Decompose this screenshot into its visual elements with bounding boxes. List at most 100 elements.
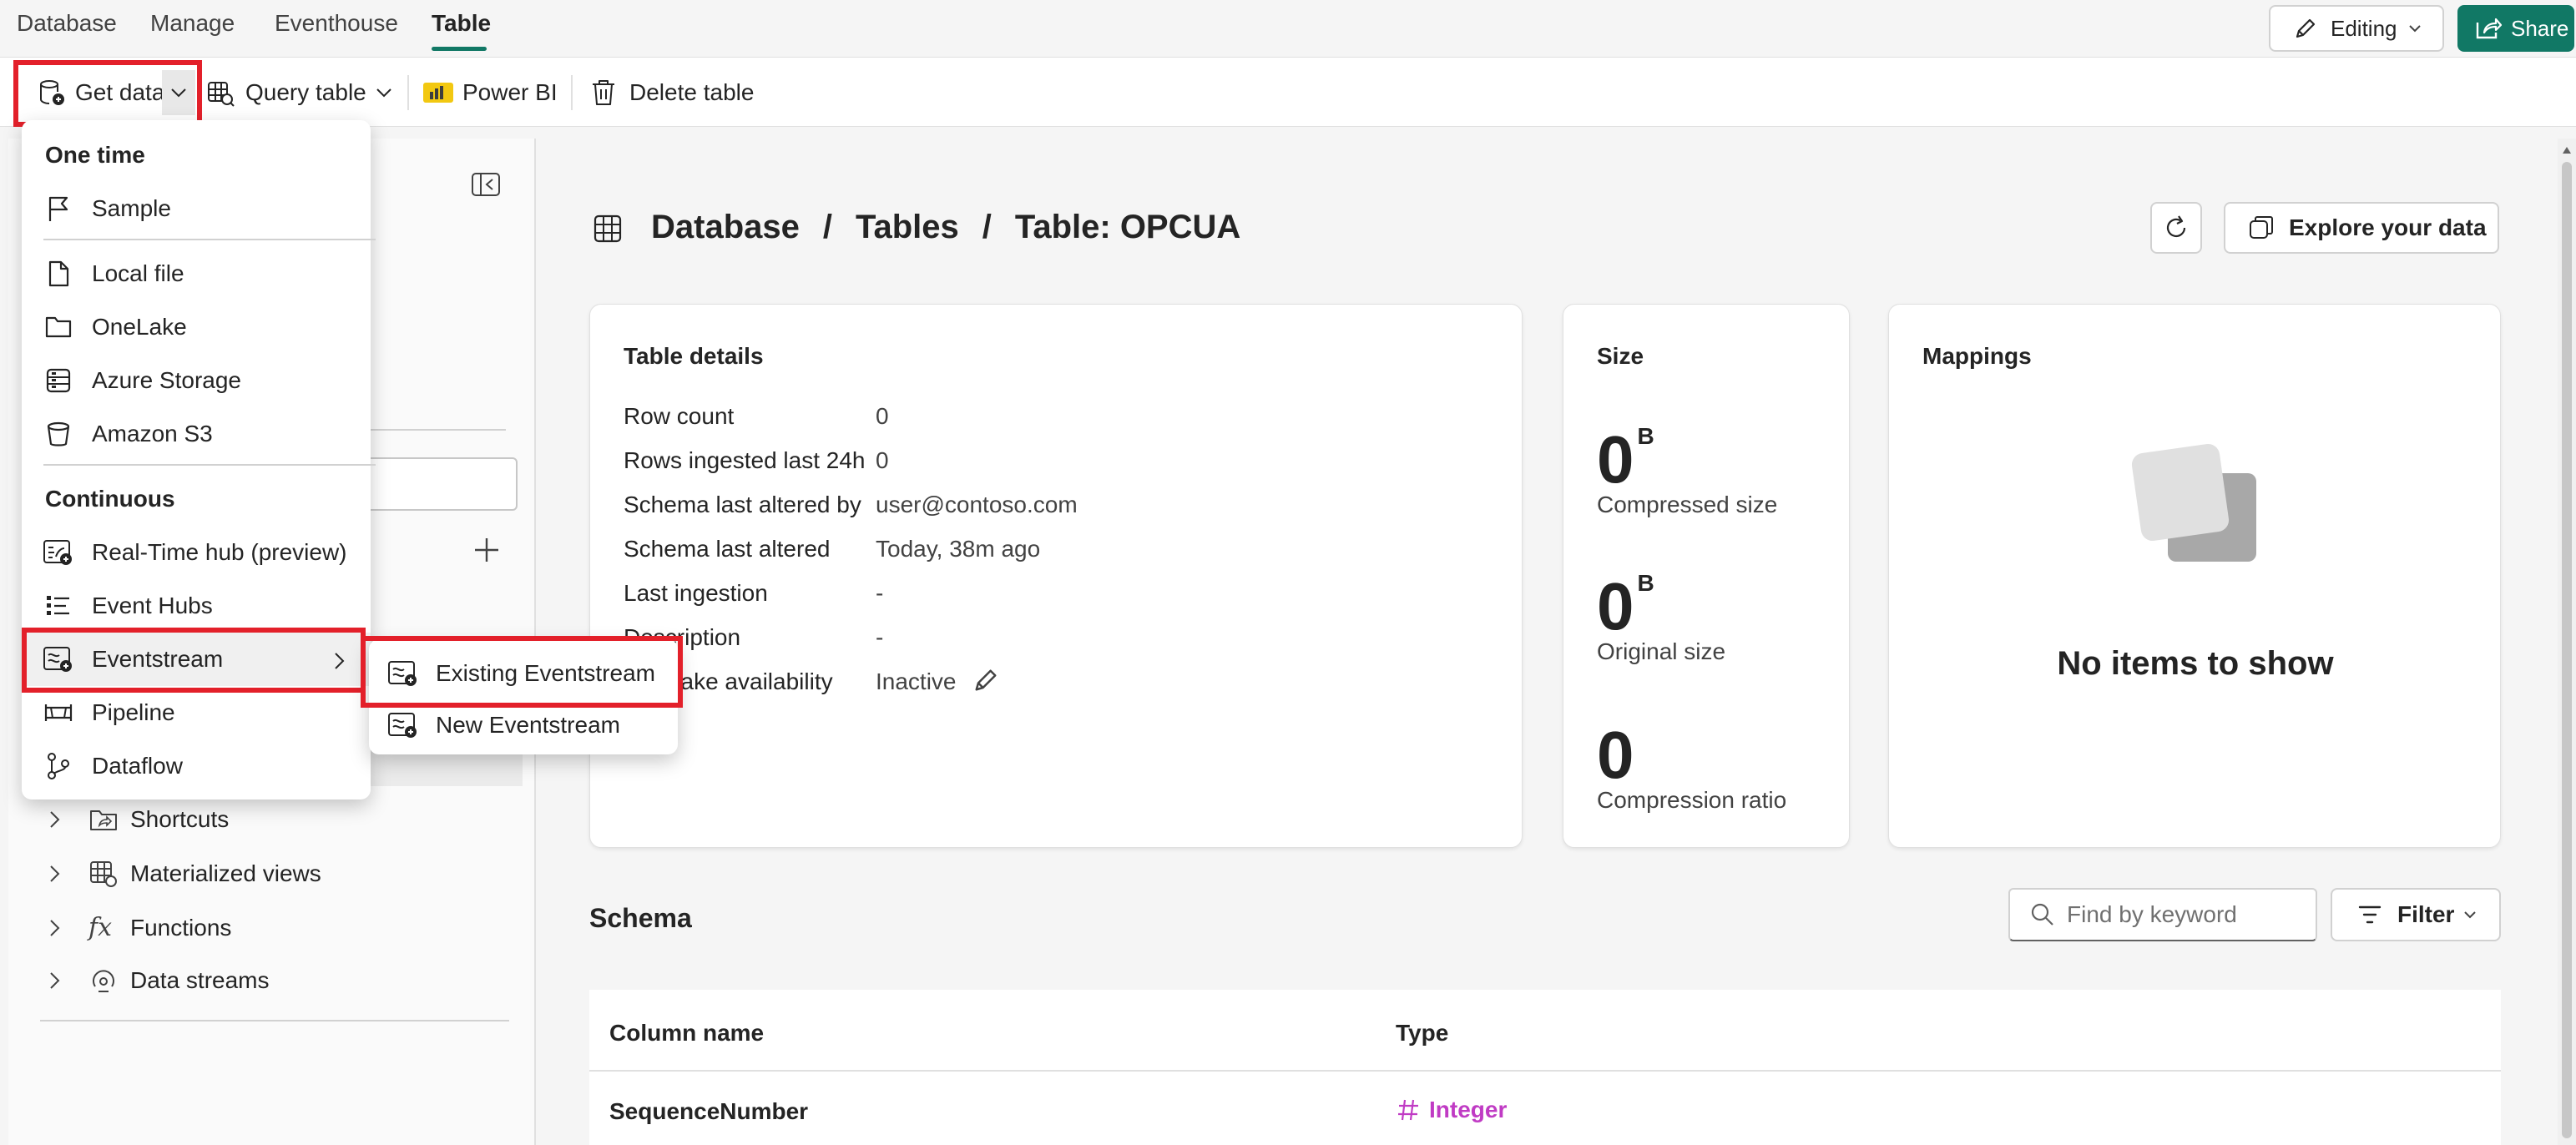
table-row[interactable]: SequenceNumber Integer bbox=[589, 1072, 2501, 1145]
detail-label: Row count bbox=[624, 403, 735, 429]
realtime-hub-icon bbox=[42, 536, 75, 569]
column-header-name[interactable]: Column name bbox=[609, 1020, 764, 1047]
editing-button[interactable]: Editing bbox=[2269, 5, 2444, 52]
menu-item-azure-storage[interactable]: Azure Storage bbox=[22, 354, 371, 407]
bucket-icon bbox=[42, 417, 75, 451]
breadcrumb-separator: / bbox=[822, 209, 832, 245]
menu-section-one-time: One time bbox=[45, 142, 145, 168]
scroll-thumb[interactable] bbox=[2562, 162, 2572, 1138]
menu-divider bbox=[43, 464, 376, 466]
menu-item-label: Sample bbox=[92, 195, 171, 221]
table-grid-icon bbox=[593, 214, 623, 244]
delete-table-button[interactable]: Delete table bbox=[589, 73, 754, 112]
power-bi-label: Power BI bbox=[462, 79, 558, 105]
metric-label: Compressed size bbox=[1597, 492, 1778, 517]
tab-eventhouse[interactable]: Eventhouse bbox=[275, 10, 398, 37]
explore-data-button[interactable]: Explore your data bbox=[2224, 202, 2499, 254]
tree-item-label: Materialized views bbox=[130, 860, 321, 886]
detail-value: 0 bbox=[876, 447, 889, 473]
filter-button[interactable]: Filter bbox=[2331, 888, 2501, 941]
breadcrumb: Database / Tables / Table: OPCUA bbox=[651, 209, 1240, 246]
filter-icon bbox=[2357, 904, 2382, 926]
column-name-cell: SequenceNumber bbox=[609, 1098, 809, 1124]
explorer-divider bbox=[40, 1020, 509, 1021]
add-icon[interactable] bbox=[472, 536, 501, 564]
menu-item-pipeline[interactable]: Pipeline bbox=[22, 686, 371, 739]
tree-item-data-streams[interactable]: Data streams bbox=[47, 966, 270, 995]
schema-table: Column name Type SequenceNumber Integer bbox=[589, 990, 2501, 1145]
tree-item-shortcuts[interactable]: Shortcuts bbox=[47, 806, 229, 833]
menu-item-label: Dataflow bbox=[92, 753, 183, 779]
edit-pencil-icon[interactable] bbox=[971, 665, 1001, 695]
metric-value: 0 bbox=[1597, 422, 1634, 497]
tree-item-materialized-views[interactable]: Materialized views bbox=[47, 860, 321, 888]
share-label: Share bbox=[2511, 15, 2569, 41]
detail-value: Today, 38m ago bbox=[876, 536, 1041, 562]
menu-item-onelake[interactable]: OneLake bbox=[22, 300, 371, 354]
tree-item-label: Functions bbox=[130, 914, 232, 941]
mappings-card: Mappings No items to show bbox=[1888, 304, 2501, 848]
menu-item-dataflow[interactable]: Dataflow bbox=[22, 739, 371, 793]
menu-item-label: New Eventstream bbox=[436, 712, 620, 738]
menu-item-sample[interactable]: Sample bbox=[22, 182, 371, 235]
table-query-icon bbox=[205, 78, 235, 108]
scroll-up-arrow[interactable] bbox=[2562, 145, 2572, 155]
detail-value: - bbox=[876, 580, 884, 606]
find-by-keyword-input[interactable]: Find by keyword bbox=[2008, 888, 2317, 941]
menu-item-label: Event Hubs bbox=[92, 593, 213, 618]
menu-item-real-time-hub[interactable]: Real-Time hub (preview) bbox=[22, 526, 371, 579]
detail-value: user@contoso.com bbox=[876, 492, 1078, 517]
tab-database[interactable]: Database bbox=[17, 10, 117, 37]
pipeline-icon bbox=[42, 696, 75, 729]
share-icon bbox=[2474, 16, 2503, 41]
vertical-scrollbar[interactable] bbox=[2558, 139, 2576, 1145]
materialized-view-icon bbox=[88, 860, 119, 888]
power-bi-button[interactable]: Power BI bbox=[422, 73, 558, 112]
top-nav: Database Manage Eventhouse Table Editing… bbox=[0, 0, 2576, 57]
size-card: Size 0 B Compressed size 0 B Original si… bbox=[1563, 304, 1850, 848]
refresh-button[interactable] bbox=[2150, 202, 2202, 254]
chevron-down-icon bbox=[375, 83, 393, 102]
tab-manage[interactable]: Manage bbox=[150, 10, 235, 37]
mappings-title: Mappings bbox=[1922, 343, 2032, 369]
trash-icon bbox=[589, 78, 618, 108]
menu-divider bbox=[43, 239, 376, 240]
explore-label: Explore your data bbox=[2289, 214, 2487, 240]
menu-item-amazon-s3[interactable]: Amazon S3 bbox=[22, 407, 371, 461]
tree-item-label: Shortcuts bbox=[130, 806, 230, 832]
folder-icon bbox=[42, 310, 75, 344]
event-hubs-icon bbox=[42, 589, 75, 623]
detail-value: Inactive bbox=[876, 668, 957, 694]
menu-section-continuous: Continuous bbox=[45, 486, 175, 512]
menu-item-label: Real-Time hub (preview) bbox=[92, 539, 347, 565]
share-button[interactable]: Share bbox=[2457, 5, 2574, 52]
refresh-icon bbox=[2162, 214, 2190, 242]
query-table-button[interactable]: Query table bbox=[205, 73, 393, 112]
collapse-pane-icon[interactable] bbox=[471, 172, 501, 197]
menu-item-event-hubs[interactable]: Event Hubs bbox=[22, 579, 371, 633]
breadcrumb-database[interactable]: Database bbox=[651, 209, 800, 246]
menu-item-local-file[interactable]: Local file bbox=[22, 247, 371, 300]
get-data-menu: One time Sample Local file OneLake Azure… bbox=[22, 120, 376, 799]
empty-state-illustration bbox=[2128, 443, 2270, 568]
metric-unit: B bbox=[1637, 570, 1654, 596]
metric-unit: B bbox=[1637, 423, 1654, 449]
function-icon: fx bbox=[88, 913, 113, 942]
detail-value: - bbox=[876, 624, 884, 650]
tree-item-functions[interactable]: fx Functions bbox=[47, 913, 231, 942]
toolbar-divider bbox=[407, 75, 409, 110]
chevron-down-icon bbox=[2462, 907, 2478, 922]
chevron-down-icon bbox=[2407, 21, 2422, 36]
detail-value: 0 bbox=[876, 403, 889, 429]
eventstream-highlight bbox=[22, 628, 366, 693]
menu-item-label: Pipeline bbox=[92, 699, 175, 725]
tab-table[interactable]: Table bbox=[432, 10, 491, 37]
existing-eventstream-highlight bbox=[361, 636, 683, 708]
search-placeholder: Find by keyword bbox=[2067, 901, 2237, 927]
main-content: Database / Tables / Table: OPCUA Explore… bbox=[538, 139, 2553, 1145]
original-size-metric: 0 B bbox=[1597, 570, 1654, 640]
breadcrumb-tables[interactable]: Tables bbox=[856, 209, 959, 246]
compression-ratio-metric: 0 bbox=[1597, 722, 1634, 789]
detail-label: Schema last altered bbox=[624, 536, 831, 562]
column-header-type[interactable]: Type bbox=[1396, 1020, 1448, 1047]
